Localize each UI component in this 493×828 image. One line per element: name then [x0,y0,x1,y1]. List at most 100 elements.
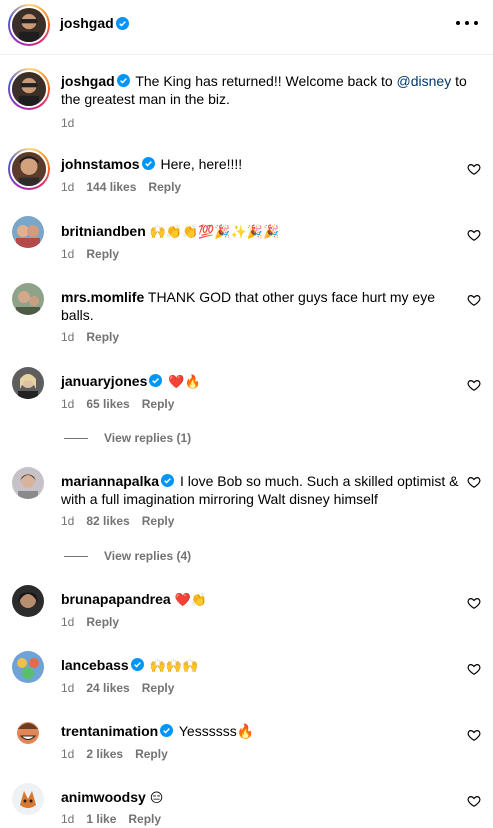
avatar-image [12,367,44,399]
comment-time[interactable]: 1d [61,330,74,344]
avatar-image [12,8,46,42]
comment-likes[interactable]: 2 likes [86,747,123,761]
commenter-avatar[interactable] [12,216,44,248]
view-replies-button[interactable]: View replies (4) [64,549,191,563]
reply-button[interactable]: Reply [142,514,175,528]
comment-text: lancebass 🙌🙌🙌 [61,656,459,676]
reply-button[interactable]: Reply [86,247,119,261]
reply-button[interactable]: Reply [142,681,175,695]
comment-text: trentanimation Yessssss🔥 [61,722,459,740]
view-replies-label[interactable]: View replies (1) [104,431,191,445]
caption-time[interactable]: 1d [61,116,74,130]
comment-likes[interactable]: 1 like [86,812,116,826]
verified-icon [161,474,175,487]
commenter-username[interactable]: lancebass [61,657,129,673]
view-replies-label[interactable]: View replies (4) [104,549,191,563]
post-header: joshgad [0,0,493,48]
like-heart-icon[interactable] [467,794,481,808]
avatar-image [12,283,44,315]
like-heart-icon[interactable] [467,378,481,392]
commenter-avatar[interactable] [12,717,44,749]
view-replies-line [64,437,88,439]
view-replies-line [64,555,88,557]
comment-likes[interactable]: 24 likes [86,681,129,695]
caption-text: joshgad The King has returned!! Welcome … [61,72,471,108]
commenter-username[interactable]: mrs.momlife [61,289,144,305]
author-username-text[interactable]: joshgad [60,15,114,31]
comment-text: januaryjones ❤️🔥 [61,372,459,392]
verified-icon [160,724,174,737]
comment-time[interactable]: 1d [61,747,74,761]
header-divider [0,54,493,55]
caption-username[interactable]: joshgad [61,73,115,89]
commenter-avatar[interactable] [12,367,44,399]
avatar-image [12,651,44,683]
reply-button[interactable]: Reply [86,330,119,344]
commenter-avatar[interactable] [8,148,50,190]
comment-meta: 1d Reply [61,330,119,344]
commenter-username[interactable]: mariannapalka [61,473,159,489]
like-heart-icon[interactable] [467,662,481,676]
comment-time[interactable]: 1d [61,180,74,194]
reply-button[interactable]: Reply [128,812,161,826]
like-heart-icon[interactable] [467,228,481,242]
comment-text: mariannapalka I love Bob so much. Such a… [61,472,461,508]
commenter-avatar[interactable] [12,283,44,315]
view-replies-button[interactable]: View replies (1) [64,431,191,445]
author-username[interactable]: joshgad [60,15,131,31]
comment-likes[interactable]: 82 likes [86,514,129,528]
comment-likes[interactable]: 65 likes [86,397,129,411]
commenter-avatar[interactable] [12,467,44,499]
commenter-username[interactable]: januaryjones [61,373,147,389]
avatar-image [12,152,46,186]
caption-mention-link[interactable]: @disney [397,73,452,89]
avatar-image [12,717,44,749]
reply-button[interactable]: Reply [148,180,181,194]
comment-meta: 1d Reply [61,615,119,629]
avatar-image [12,783,44,815]
comment-meta: 1d Reply [61,247,119,261]
commenter-avatar[interactable] [12,585,44,617]
avatar-image [12,467,44,499]
author-avatar[interactable] [8,4,50,46]
comment-text: mrs.momlife THANK GOD that other guys fa… [61,288,461,324]
comment-time[interactable]: 1d [61,615,74,629]
comment-time[interactable]: 1d [61,681,74,695]
comment-time[interactable]: 1d [61,812,74,826]
avatar-image [12,216,44,248]
comment-text: animwoodsy 😑 [61,788,459,808]
caption-text-before: The King has returned!! Welcome back to [135,73,397,89]
avatar-image [12,72,46,106]
commenter-username[interactable]: trentanimation [61,723,158,739]
commenter-username[interactable]: animwoodsy [61,789,146,805]
verified-icon [115,16,129,30]
comment-meta: 1d 1 like Reply [61,812,161,826]
comment-time[interactable]: 1d [61,247,74,261]
like-heart-icon[interactable] [467,293,481,307]
avatar-image [12,585,44,617]
comment-time[interactable]: 1d [61,514,74,528]
reply-button[interactable]: Reply [135,747,168,761]
more-options-icon[interactable] [456,14,478,32]
comment-body: 🙌👏👏💯🎉✨🎉🎉 [149,225,280,240]
like-heart-icon[interactable] [467,728,481,742]
commenter-username[interactable]: britniandben [61,223,146,239]
comment-body: Here, here!!!! [160,156,243,172]
like-heart-icon[interactable] [467,475,481,489]
commenter-username[interactable]: brunapapandrea [61,591,171,607]
comment-meta: 1d 144 likes Reply [61,180,181,194]
like-heart-icon[interactable] [467,596,481,610]
comment-likes[interactable]: 144 likes [86,180,136,194]
verified-icon [130,658,144,671]
comment-body: 🙌🙌🙌 [149,659,199,674]
comment-body: ❤️👏 [174,593,207,608]
caption-avatar[interactable] [8,68,50,110]
commenter-avatar[interactable] [12,783,44,815]
like-heart-icon[interactable] [467,162,481,176]
reply-button[interactable]: Reply [142,397,175,411]
comment-time[interactable]: 1d [61,397,74,411]
reply-button[interactable]: Reply [86,615,119,629]
commenter-avatar[interactable] [12,651,44,683]
commenter-username[interactable]: johnstamos [61,156,140,172]
caption-meta: 1d [61,116,74,130]
